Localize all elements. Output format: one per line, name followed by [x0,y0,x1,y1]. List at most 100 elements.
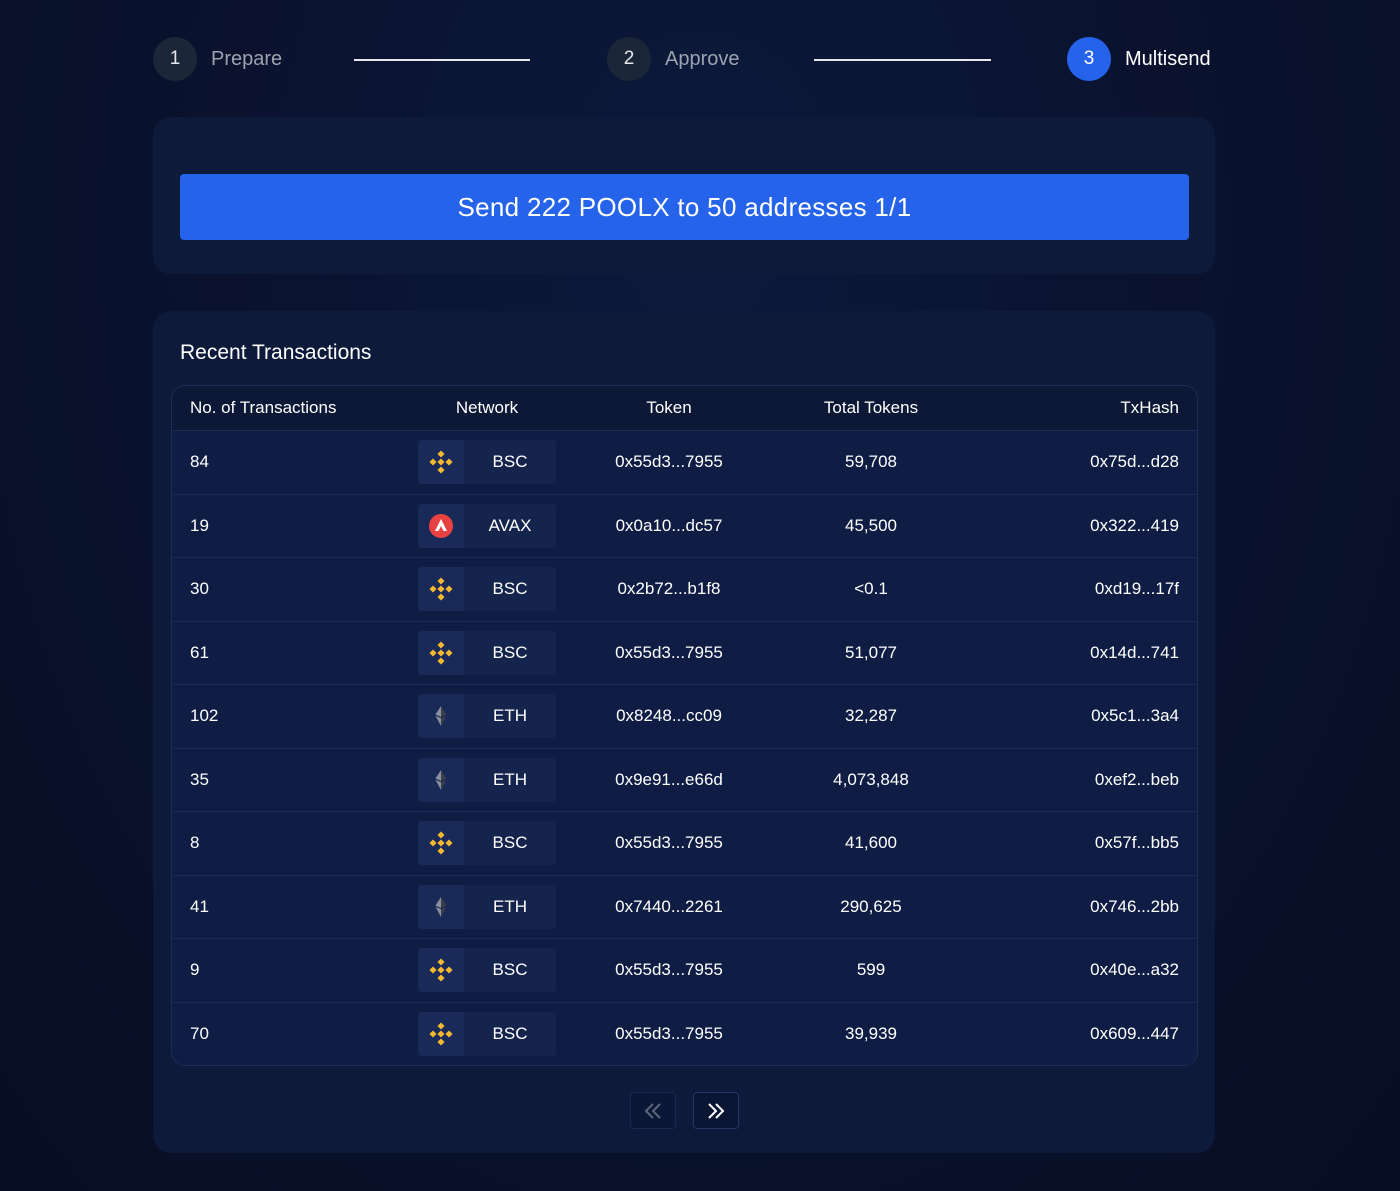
total-tokens-cell: 4,073,848 [833,769,909,789]
network-cell: ETH [402,884,572,929]
network-badge: BSC [418,440,556,485]
total-tokens-cell: 51,077 [845,642,897,662]
recent-transactions-card: Recent Transactions No. of Transactions … [153,311,1215,1153]
network-cell: ETH [402,694,572,739]
token-address-cell[interactable]: 0x2b72...b1f8 [572,579,766,599]
token-address-cell[interactable]: 0x7440...2261 [572,897,766,917]
network-name: BSC [492,642,528,662]
next-page-button[interactable] [693,1092,739,1129]
table-row[interactable]: 70 BSC 0x55d3...7955 39,939 0x609...447 [172,1002,1197,1065]
network-name: BSC [492,579,528,599]
stepper: 1 Prepare 2 Approve 3 Multisend [153,37,1213,83]
token-address-cell[interactable]: 0x55d3...7955 [572,452,766,472]
network-cell: BSC [402,948,572,993]
total-tokens-cell: 59,708 [845,452,897,472]
step-approve: 2 Approve [607,37,740,81]
network-badge: BSC [418,567,556,612]
network-badge: BSC [418,948,556,993]
avax-icon [418,503,464,548]
table-row[interactable]: 35 ETH 0x9e91...e66d 4,073,848 0xef2...b… [172,748,1197,812]
network-badge: ETH [418,694,556,739]
tx-count-cell: 102 [190,706,219,726]
network-name: BSC [492,833,528,853]
table-header: No. of Transactions Network Token Total … [172,386,1197,431]
column-header-token: Token [646,398,692,417]
txhash-cell[interactable]: 0x75d...d28 [976,452,1197,472]
step-connector [814,59,991,61]
step-number: 1 [153,37,197,81]
table-row[interactable]: 84 BSC 0x55d3...7955 59,708 0x75d...d28 [172,431,1197,495]
section-title: Recent Transactions [180,341,372,364]
double-chevron-left-icon [644,1102,661,1119]
network-name: BSC [492,1024,528,1044]
tx-count-cell: 35 [190,769,209,789]
column-header-count: No. of Transactions [190,398,337,417]
txhash-cell[interactable]: 0x14d...741 [976,643,1197,663]
step-prepare: 1 Prepare [153,37,282,81]
total-tokens-cell: 41,600 [845,833,897,853]
table-row[interactable]: 30 BSC 0x2b72...b1f8 <0.1 0xd19...17f [172,558,1197,622]
token-address-cell[interactable]: 0x55d3...7955 [572,960,766,980]
step-number: 3 [1067,37,1111,81]
network-cell: BSC [402,630,572,675]
network-name: BSC [492,452,528,472]
network-badge: BSC [418,630,556,675]
bnb-icon [418,630,464,675]
txhash-cell[interactable]: 0x746...2bb [976,897,1197,917]
prev-page-button[interactable] [630,1092,676,1129]
network-name: ETH [493,706,527,726]
txhash-cell[interactable]: 0x40e...a32 [976,960,1197,980]
double-chevron-right-icon [708,1102,725,1119]
network-cell: AVAX [402,503,572,548]
total-tokens-cell: <0.1 [854,579,888,599]
total-tokens-cell: 599 [856,960,886,980]
table-row[interactable]: 19 AVAX 0x0a10...dc57 45,500 0x322...419 [172,494,1197,558]
send-button[interactable]: Send 222 POOLX to 50 addresses 1/1 [180,174,1189,240]
txhash-cell[interactable]: 0xd19...17f [976,579,1197,599]
table-row[interactable]: 102 ETH 0x8248...cc09 32,287 0x5c1...3a4 [172,685,1197,749]
txhash-cell[interactable]: 0x322...419 [976,516,1197,536]
network-cell: ETH [402,757,572,802]
step-label: Approve [665,47,740,70]
token-address-cell[interactable]: 0x55d3...7955 [572,1024,766,1044]
step-label: Prepare [211,47,283,70]
table-row[interactable]: 61 BSC 0x55d3...7955 51,077 0x14d...741 [172,621,1197,685]
token-address-cell[interactable]: 0x9e91...e66d [572,770,766,790]
network-cell: BSC [402,821,572,866]
total-tokens-cell: 32,287 [845,706,897,726]
bnb-icon [418,948,464,993]
pagination [630,1092,739,1129]
network-name: ETH [493,769,527,789]
table-body: 84 BSC 0x55d3...7955 59,708 0x75d...d28 … [172,431,1197,1065]
step-number: 2 [607,37,651,81]
token-address-cell[interactable]: 0x8248...cc09 [572,706,766,726]
network-badge: ETH [418,884,556,929]
tx-count-cell: 9 [190,960,200,980]
txhash-cell[interactable]: 0x5c1...3a4 [976,706,1197,726]
network-cell: BSC [402,567,572,612]
token-address-cell[interactable]: 0x55d3...7955 [572,833,766,853]
bnb-icon [418,1012,464,1057]
column-header-total: Total Tokens [823,398,919,417]
txhash-cell[interactable]: 0x609...447 [976,1024,1197,1044]
network-badge: ETH [418,757,556,802]
txhash-cell[interactable]: 0xef2...beb [976,770,1197,790]
tx-count-cell: 84 [190,452,209,472]
column-header-network: Network [455,398,519,417]
table-row[interactable]: 41 ETH 0x7440...2261 290,625 0x746...2bb [172,875,1197,939]
token-address-cell[interactable]: 0x0a10...dc57 [572,516,766,536]
step-multisend: 3 Multisend [1067,37,1211,81]
network-badge: BSC [418,1012,556,1057]
token-address-cell[interactable]: 0x55d3...7955 [572,643,766,663]
table-row[interactable]: 8 BSC 0x55d3...7955 41,600 0x57f...bb5 [172,812,1197,876]
tx-count-cell: 41 [190,896,209,916]
total-tokens-cell: 45,500 [845,515,897,535]
step-connector [354,59,530,61]
txhash-cell[interactable]: 0x57f...bb5 [976,833,1197,853]
bnb-icon [418,440,464,485]
network-name: AVAX [488,515,532,535]
tx-count-cell: 30 [190,579,209,599]
network-badge: BSC [418,821,556,866]
table-row[interactable]: 9 BSC 0x55d3...7955 599 0x40e...a32 [172,939,1197,1003]
network-cell: BSC [402,1012,572,1057]
